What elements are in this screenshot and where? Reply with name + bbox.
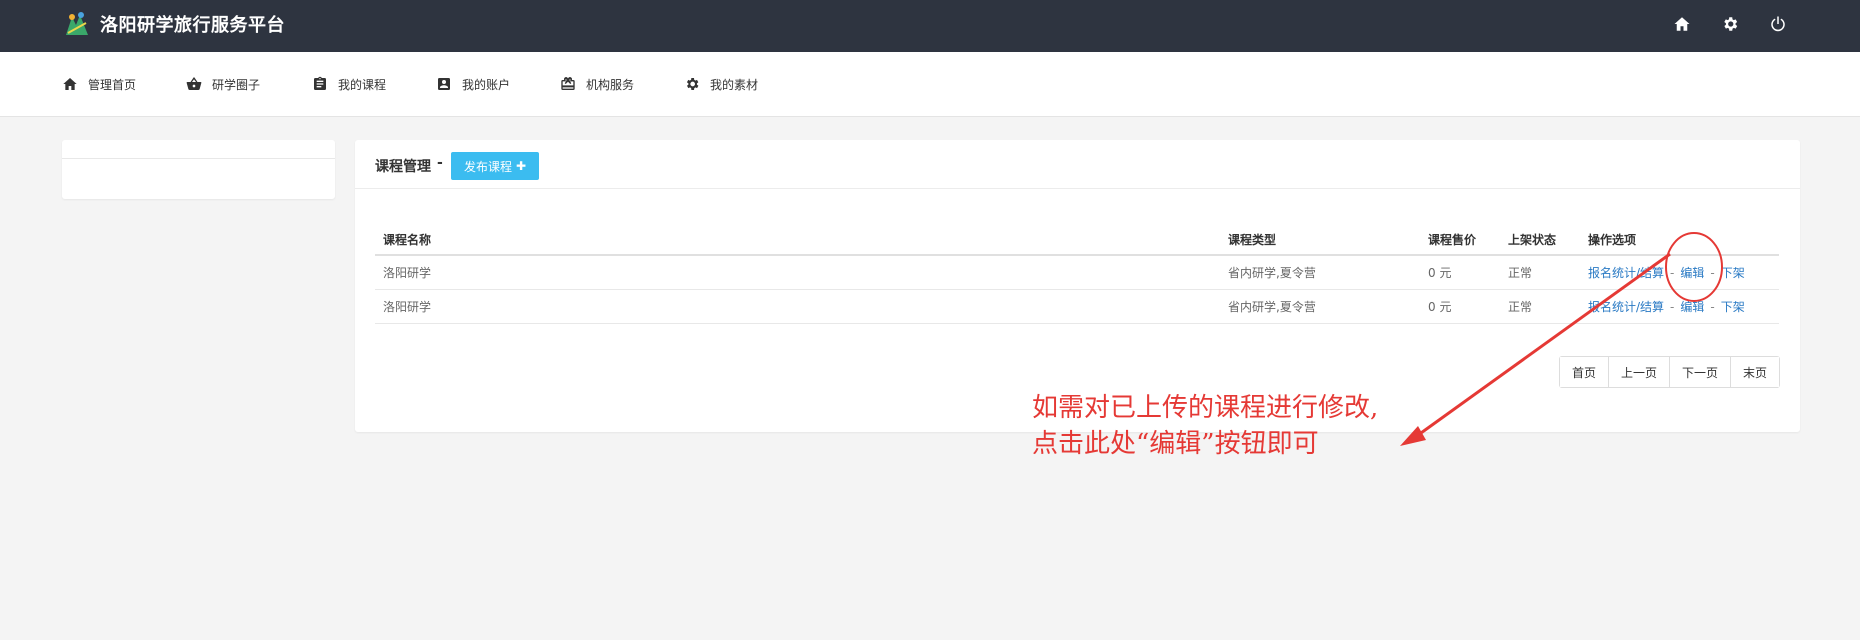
nav-item-home[interactable]: 管理首页	[62, 74, 136, 94]
title-separator: -	[437, 155, 443, 171]
pagination: 首页 上一页 下一页 末页	[1558, 356, 1780, 388]
annotation-line-1: 如需对已上传的课程进行修改,	[1032, 393, 1379, 423]
nav-item-services[interactable]: 机构服务	[560, 74, 634, 94]
course-ops: 报名统计/结算 - 编辑 - 下架	[1580, 289, 1779, 324]
gift-icon	[561, 77, 575, 90]
edit-link[interactable]: 编辑	[1680, 266, 1704, 280]
unlist-link[interactable]: 下架	[1721, 300, 1745, 314]
sidebar-divider	[62, 158, 335, 159]
first-page-button[interactable]: 首页	[1559, 357, 1608, 387]
brand[interactable]: 洛阳研学旅行服务平台	[62, 8, 285, 40]
top-bar: 洛阳研学旅行服务平台	[0, 0, 1860, 52]
nav-label: 我的账户	[462, 77, 511, 92]
unlist-link[interactable]: 下架	[1721, 266, 1745, 280]
sidebar	[62, 140, 335, 199]
gear-icon[interactable]	[1718, 12, 1742, 36]
op-separator: -	[1670, 299, 1675, 314]
nav-label: 研学圈子	[212, 77, 261, 92]
nav-item-account[interactable]: 我的账户	[436, 74, 510, 94]
column-header-name: 课程名称	[375, 225, 1220, 256]
clipboard-icon	[314, 76, 326, 90]
course-ops: 报名统计/结算 - 编辑 - 下架	[1580, 255, 1779, 290]
app-title: 洛阳研学旅行服务平台	[100, 15, 285, 36]
course-name: 洛阳研学	[375, 289, 1220, 324]
column-header-ops: 操作选项	[1580, 225, 1779, 256]
table-row: 洛阳研学 省内研学,夏令营 0 元 正常 报名统计/结算 - 编辑 - 下架	[375, 289, 1779, 324]
nav-label: 我的课程	[338, 77, 387, 92]
gear-icon	[686, 78, 699, 90]
signup-stats-link[interactable]: 报名统计/结算	[1588, 266, 1664, 280]
next-page-button[interactable]: 下一页	[1668, 357, 1730, 387]
edit-link[interactable]: 编辑	[1680, 300, 1704, 314]
annotation-text: 如需对已上传的课程进行修改, 点击此处“编辑”按钮即可	[1032, 390, 1378, 462]
course-status: 正常	[1500, 289, 1580, 324]
course-price: 0 元	[1420, 289, 1500, 324]
account-icon	[438, 78, 450, 90]
main-nav: 管理首页 研学圈子 我的课程 我的账户 机构服务 我的素材	[0, 52, 1860, 117]
course-type: 省内研学,夏令营	[1220, 255, 1420, 290]
op-separator: -	[1710, 265, 1715, 280]
publish-course-button[interactable]: 发布课程 ✚	[451, 152, 539, 180]
plus-icon: ✚	[515, 159, 527, 173]
nav-item-circle[interactable]: 研学圈子	[186, 74, 260, 94]
course-type: 省内研学,夏令营	[1220, 289, 1420, 324]
power-icon[interactable]	[1766, 12, 1790, 36]
course-table: 课程名称 课程类型 课程售价 上架状态 操作选项 洛阳研学 省内研学,夏令营 0…	[375, 225, 1779, 324]
column-header-status: 上架状态	[1500, 225, 1580, 256]
nav-item-courses[interactable]: 我的课程	[312, 74, 386, 94]
course-status: 正常	[1500, 255, 1580, 290]
annotation-line-2: 点击此处“编辑”按钮即可	[1032, 429, 1319, 459]
table-header-row: 课程名称 课程类型 课程售价 上架状态 操作选项	[375, 225, 1779, 256]
panel-header: 课程管理 - 发布课程 ✚	[355, 140, 1800, 189]
publish-label: 发布课程	[463, 159, 512, 174]
table-row: 洛阳研学 省内研学,夏令营 0 元 正常 报名统计/结算 - 编辑 - 下架	[375, 255, 1779, 290]
last-page-button[interactable]: 末页	[1729, 357, 1779, 387]
op-separator: -	[1670, 265, 1675, 280]
course-panel: 课程管理 - 发布课程 ✚ 课程名称 课程类型 课程售价 上架状态 操作选项 洛…	[355, 140, 1800, 432]
nav-item-materials[interactable]: 我的素材	[684, 74, 758, 94]
home-icon	[63, 78, 77, 90]
nav-label: 我的素材	[710, 77, 759, 92]
home-icon[interactable]	[1670, 12, 1694, 36]
basket-icon	[186, 77, 202, 91]
prev-page-button[interactable]: 上一页	[1607, 357, 1669, 387]
signup-stats-link[interactable]: 报名统计/结算	[1588, 300, 1664, 314]
column-header-price: 课程售价	[1420, 225, 1500, 256]
nav-label: 机构服务	[586, 77, 635, 92]
column-header-type: 课程类型	[1220, 225, 1420, 256]
course-name: 洛阳研学	[375, 255, 1220, 290]
nav-label: 管理首页	[88, 77, 137, 92]
op-separator: -	[1710, 299, 1715, 314]
logo-icon	[66, 12, 88, 35]
panel-title: 课程管理	[375, 159, 431, 175]
course-price: 0 元	[1420, 255, 1500, 290]
